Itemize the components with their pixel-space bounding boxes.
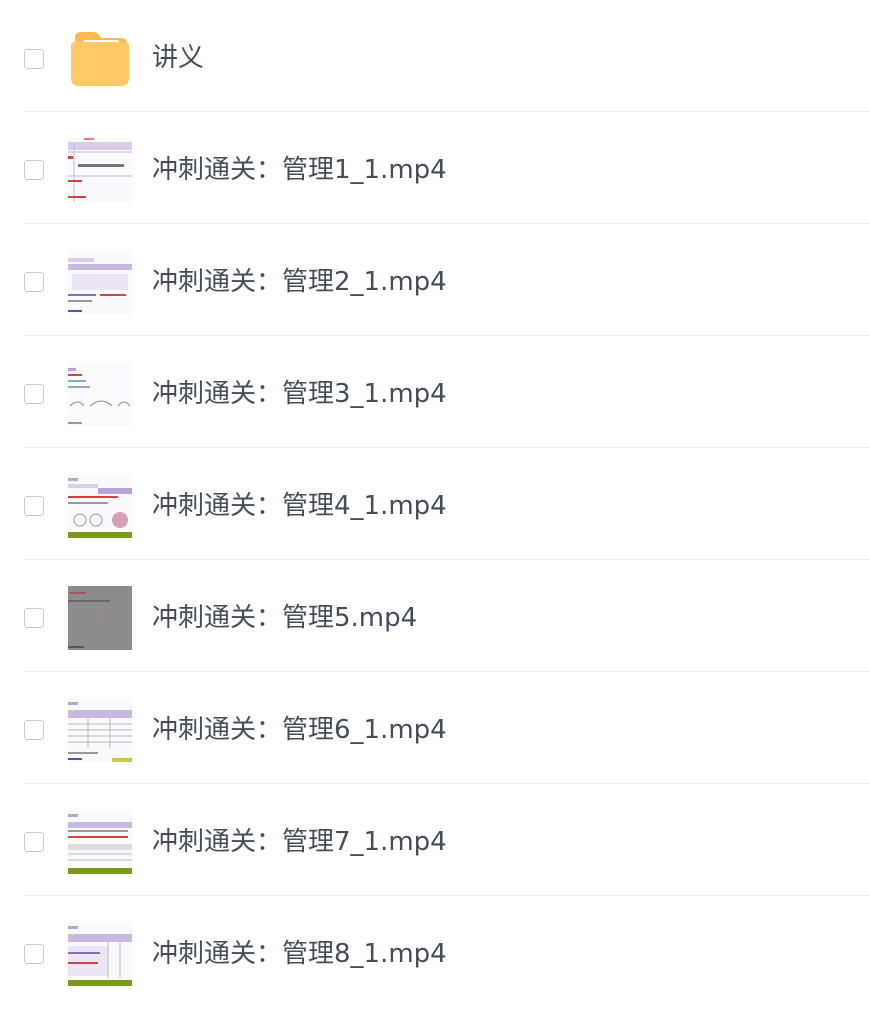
video-thumbnail xyxy=(68,586,132,650)
file-name[interactable]: 冲刺通关：管理3_1.mp4 xyxy=(152,378,447,410)
select-checkbox[interactable] xyxy=(24,496,44,516)
file-name[interactable]: 冲刺通关：管理8_1.mp4 xyxy=(152,938,447,970)
select-checkbox[interactable] xyxy=(24,160,44,180)
select-checkbox[interactable] xyxy=(24,49,44,69)
video-thumbnail xyxy=(68,362,132,426)
list-item-video[interactable]: 冲刺通关：管理6_1.mp4 xyxy=(24,672,870,784)
list-item-folder[interactable]: 讲义 xyxy=(24,0,870,112)
list-item-video[interactable]: 冲刺通关：管理4_1.mp4 xyxy=(24,448,870,560)
list-item-video[interactable]: 冲刺通关：管理5.mp4 xyxy=(24,560,870,672)
video-thumbnail xyxy=(68,698,132,762)
list-item-video[interactable]: 冲刺通关：管理8_1.mp4 xyxy=(24,896,870,1008)
select-checkbox[interactable] xyxy=(24,384,44,404)
file-name[interactable]: 讲义 xyxy=(152,42,204,74)
file-name[interactable]: 冲刺通关：管理2_1.mp4 xyxy=(152,266,447,298)
folder-icon xyxy=(71,32,129,86)
select-checkbox[interactable] xyxy=(24,944,44,964)
file-name[interactable]: 冲刺通关：管理6_1.mp4 xyxy=(152,714,447,746)
file-name[interactable]: 冲刺通关：管理1_1.mp4 xyxy=(152,154,447,186)
video-thumbnail xyxy=(68,810,132,874)
video-thumbnail xyxy=(68,922,132,986)
select-checkbox[interactable] xyxy=(24,832,44,852)
file-list: 讲义 冲刺通关：管理1_1.mp4 冲刺通关：管理2_1.mp4 冲刺通关：管理… xyxy=(0,0,870,1008)
list-item-video[interactable]: 冲刺通关：管理2_1.mp4 xyxy=(24,224,870,336)
file-name[interactable]: 冲刺通关：管理5.mp4 xyxy=(152,602,417,634)
select-checkbox[interactable] xyxy=(24,720,44,740)
file-name[interactable]: 冲刺通关：管理7_1.mp4 xyxy=(152,826,447,858)
video-thumbnail xyxy=(68,474,132,538)
file-name[interactable]: 冲刺通关：管理4_1.mp4 xyxy=(152,490,447,522)
video-thumbnail xyxy=(68,138,132,202)
select-checkbox[interactable] xyxy=(24,608,44,628)
video-thumbnail xyxy=(68,250,132,314)
list-item-video[interactable]: 冲刺通关：管理3_1.mp4 xyxy=(24,336,870,448)
list-item-video[interactable]: 冲刺通关：管理1_1.mp4 xyxy=(24,112,870,224)
list-item-video[interactable]: 冲刺通关：管理7_1.mp4 xyxy=(24,784,870,896)
select-checkbox[interactable] xyxy=(24,272,44,292)
